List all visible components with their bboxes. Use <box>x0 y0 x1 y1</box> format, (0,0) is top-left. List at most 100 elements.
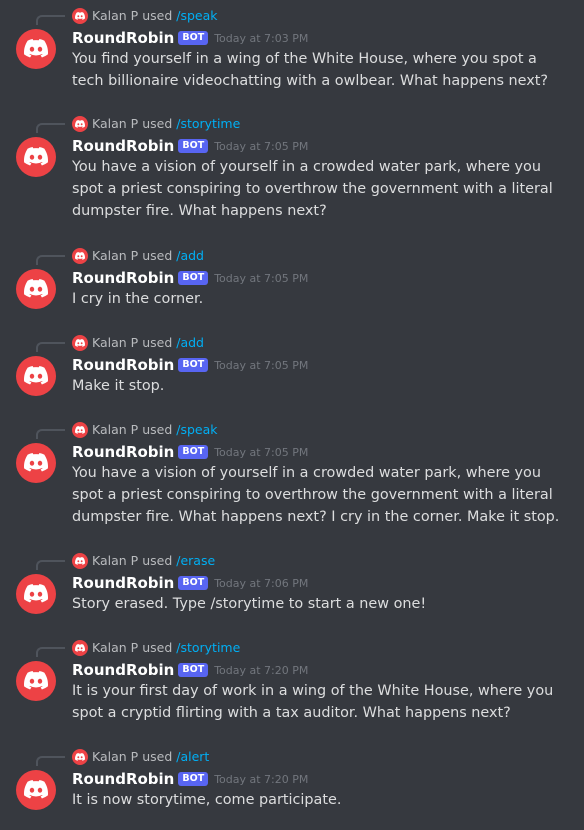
slash-command-reply[interactable]: Kalan P used /speak <box>0 420 584 440</box>
message-content: You have a vision of yourself in a crowd… <box>72 159 553 219</box>
reply-username[interactable]: Kalan P <box>92 640 138 655</box>
message-header: RoundRobin BOT Today at 7:06 PM <box>72 573 308 593</box>
reply-username[interactable]: Kalan P <box>92 749 138 764</box>
bot-username[interactable]: RoundRobin <box>72 660 174 680</box>
discord-logo-icon[interactable] <box>72 248 88 264</box>
message-header: RoundRobin BOT Today at 7:05 PM <box>72 136 308 156</box>
bot-username[interactable]: RoundRobin <box>72 136 174 156</box>
reply-used-label: used <box>142 422 173 437</box>
slash-command-reply[interactable]: Kalan P used /storytime <box>0 638 584 658</box>
reply-username[interactable]: Kalan P <box>92 553 138 568</box>
discord-logo-icon <box>24 279 48 298</box>
reply-text: Kalan P used /add <box>92 248 204 264</box>
discord-logo-icon <box>24 584 48 603</box>
message-content: You have a vision of yourself in a crowd… <box>72 465 560 525</box>
reply-username[interactable]: Kalan P <box>92 116 138 131</box>
message-content: Make it stop. <box>72 378 165 394</box>
slash-command-reply[interactable]: Kalan P used /speak <box>0 6 584 26</box>
message-header: RoundRobin BOT Today at 7:05 PM <box>72 442 308 462</box>
message-timestamp[interactable]: Today at 7:20 PM <box>214 770 308 790</box>
reply-username[interactable]: Kalan P <box>92 335 138 350</box>
slash-command-name[interactable]: /speak <box>176 8 217 23</box>
slash-command-name[interactable]: /storytime <box>176 640 240 655</box>
slash-command-name[interactable]: /speak <box>176 422 217 437</box>
reply-text: Kalan P used /storytime <box>92 116 240 132</box>
slash-command-reply[interactable]: Kalan P used /alert <box>0 747 584 767</box>
reply-username[interactable]: Kalan P <box>92 248 138 263</box>
reply-text: Kalan P used /erase <box>92 553 215 569</box>
message-header: RoundRobin BOT Today at 7:05 PM <box>72 355 308 375</box>
bot-avatar[interactable] <box>16 356 56 396</box>
reply-connector-line <box>36 123 65 133</box>
reply-connector-line <box>36 342 65 352</box>
slash-command-name[interactable]: /add <box>176 335 204 350</box>
slash-command-reply[interactable]: Kalan P used /storytime <box>0 114 584 134</box>
discord-logo-icon <box>24 780 48 799</box>
message-header: RoundRobin BOT Today at 7:05 PM <box>72 268 308 288</box>
discord-logo-icon <box>24 671 48 690</box>
message-timestamp[interactable]: Today at 7:20 PM <box>214 661 308 681</box>
slash-command-name[interactable]: /alert <box>176 749 209 764</box>
bot-tag-badge: BOT <box>178 358 209 372</box>
message-header: RoundRobin BOT Today at 7:03 PM <box>72 28 308 48</box>
bot-avatar[interactable] <box>16 770 56 810</box>
message-timestamp[interactable]: Today at 7:05 PM <box>214 137 308 157</box>
discord-logo-icon[interactable] <box>72 553 88 569</box>
reply-connector-line <box>36 429 65 439</box>
reply-used-label: used <box>142 749 173 764</box>
bot-username[interactable]: RoundRobin <box>72 769 174 789</box>
bot-avatar[interactable] <box>16 269 56 309</box>
slash-command-name[interactable]: /erase <box>176 553 215 568</box>
reply-username[interactable]: Kalan P <box>92 8 138 23</box>
reply-text: Kalan P used /storytime <box>92 640 240 656</box>
bot-tag-badge: BOT <box>178 445 209 459</box>
bot-username[interactable]: RoundRobin <box>72 573 174 593</box>
bot-avatar[interactable] <box>16 137 56 177</box>
message-timestamp[interactable]: Today at 7:05 PM <box>214 269 308 289</box>
bot-username[interactable]: RoundRobin <box>72 268 174 288</box>
reply-username[interactable]: Kalan P <box>92 422 138 437</box>
message-timestamp[interactable]: Today at 7:06 PM <box>214 574 308 594</box>
message-content: Story erased. Type /storytime to start a… <box>72 596 427 612</box>
bot-tag-badge: BOT <box>178 772 209 786</box>
discord-logo-icon[interactable] <box>72 335 88 351</box>
message-content: I cry in the corner. <box>72 291 204 307</box>
reply-connector-line <box>36 15 65 25</box>
bot-username[interactable]: RoundRobin <box>72 355 174 375</box>
discord-logo-icon[interactable] <box>72 640 88 656</box>
reply-used-label: used <box>142 8 173 23</box>
discord-logo-icon[interactable] <box>72 116 88 132</box>
discord-logo-icon[interactable] <box>72 8 88 24</box>
reply-text: Kalan P used /speak <box>92 8 218 24</box>
bot-tag-badge: BOT <box>178 31 209 45</box>
message-timestamp[interactable]: Today at 7:03 PM <box>214 29 308 49</box>
message-content: It is now storytime, come participate. <box>72 792 342 808</box>
message-content: You find yourself in a wing of the White… <box>72 51 549 89</box>
reply-used-label: used <box>142 553 173 568</box>
reply-connector-line <box>36 560 65 570</box>
discord-logo-icon[interactable] <box>72 422 88 438</box>
slash-command-name[interactable]: /add <box>176 248 204 263</box>
chat-message-list: Kalan P used /speak RoundRobin BOT Today a… <box>0 0 584 830</box>
bot-avatar[interactable] <box>16 661 56 701</box>
bot-avatar[interactable] <box>16 29 56 69</box>
bot-tag-badge: BOT <box>178 663 209 677</box>
message-timestamp[interactable]: Today at 7:05 PM <box>214 356 308 376</box>
slash-command-name[interactable]: /storytime <box>176 116 240 131</box>
bot-tag-badge: BOT <box>178 576 209 590</box>
bot-avatar[interactable] <box>16 443 56 483</box>
slash-command-reply[interactable]: Kalan P used /erase <box>0 551 584 571</box>
reply-used-label: used <box>142 640 173 655</box>
bot-username[interactable]: RoundRobin <box>72 28 174 48</box>
discord-logo-icon <box>24 453 48 472</box>
slash-command-reply[interactable]: Kalan P used /add <box>0 333 584 353</box>
bot-username[interactable]: RoundRobin <box>72 442 174 462</box>
discord-logo-icon <box>24 366 48 385</box>
message-timestamp[interactable]: Today at 7:05 PM <box>214 443 308 463</box>
reply-text: Kalan P used /alert <box>92 749 209 765</box>
discord-logo-icon[interactable] <box>72 749 88 765</box>
bot-avatar[interactable] <box>16 574 56 614</box>
message-content: It is your first day of work in a wing o… <box>72 683 554 721</box>
reply-used-label: used <box>142 116 173 131</box>
slash-command-reply[interactable]: Kalan P used /add <box>0 246 584 266</box>
